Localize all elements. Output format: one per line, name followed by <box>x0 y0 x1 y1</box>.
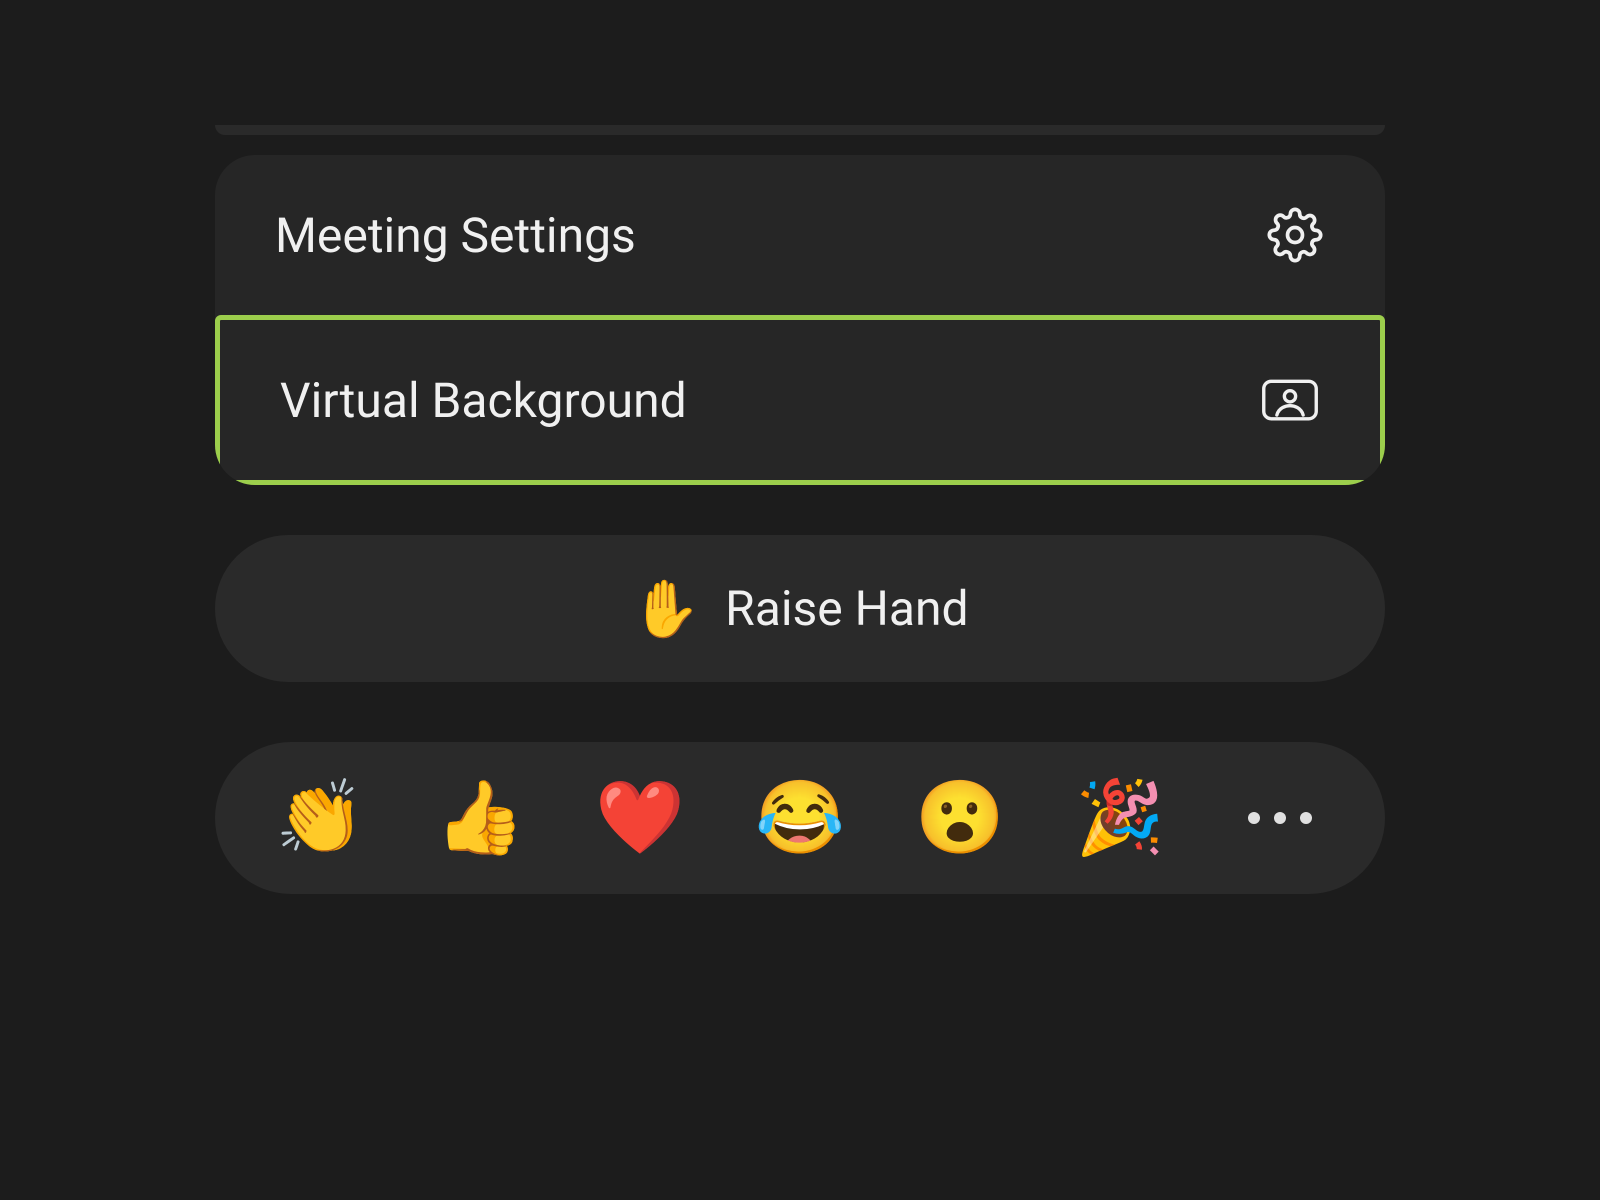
reaction-wow[interactable]: 😮 <box>905 782 1015 854</box>
virtual-background-icon <box>1260 370 1320 430</box>
virtual-background-row[interactable]: Virtual Background <box>215 315 1385 485</box>
reaction-party[interactable]: 🎉 <box>1065 782 1175 854</box>
dot-icon <box>1274 812 1286 824</box>
reaction-clap[interactable]: 👏 <box>265 782 375 854</box>
dot-icon <box>1300 812 1312 824</box>
virtual-background-label: Virtual Background <box>280 372 687 429</box>
raise-hand-button[interactable]: ✋ Raise Hand <box>215 535 1385 682</box>
reactions-bar: 👏 👍 ❤️ 😂 😮 🎉 <box>215 742 1385 894</box>
previous-section-edge <box>215 125 1385 135</box>
dot-icon <box>1248 812 1260 824</box>
meeting-settings-label: Meeting Settings <box>275 207 636 264</box>
gear-icon <box>1265 205 1325 265</box>
raise-hand-icon: ✋ <box>631 581 701 637</box>
reaction-joy[interactable]: 😂 <box>745 782 855 854</box>
reaction-thumbs[interactable]: 👍 <box>425 782 535 854</box>
settings-menu-block: Meeting Settings Virtual Background <box>215 155 1385 485</box>
more-reactions-button[interactable] <box>1225 812 1335 824</box>
reaction-heart[interactable]: ❤️ <box>585 782 695 854</box>
meeting-settings-row[interactable]: Meeting Settings <box>215 155 1385 315</box>
raise-hand-label: Raise Hand <box>725 580 968 637</box>
